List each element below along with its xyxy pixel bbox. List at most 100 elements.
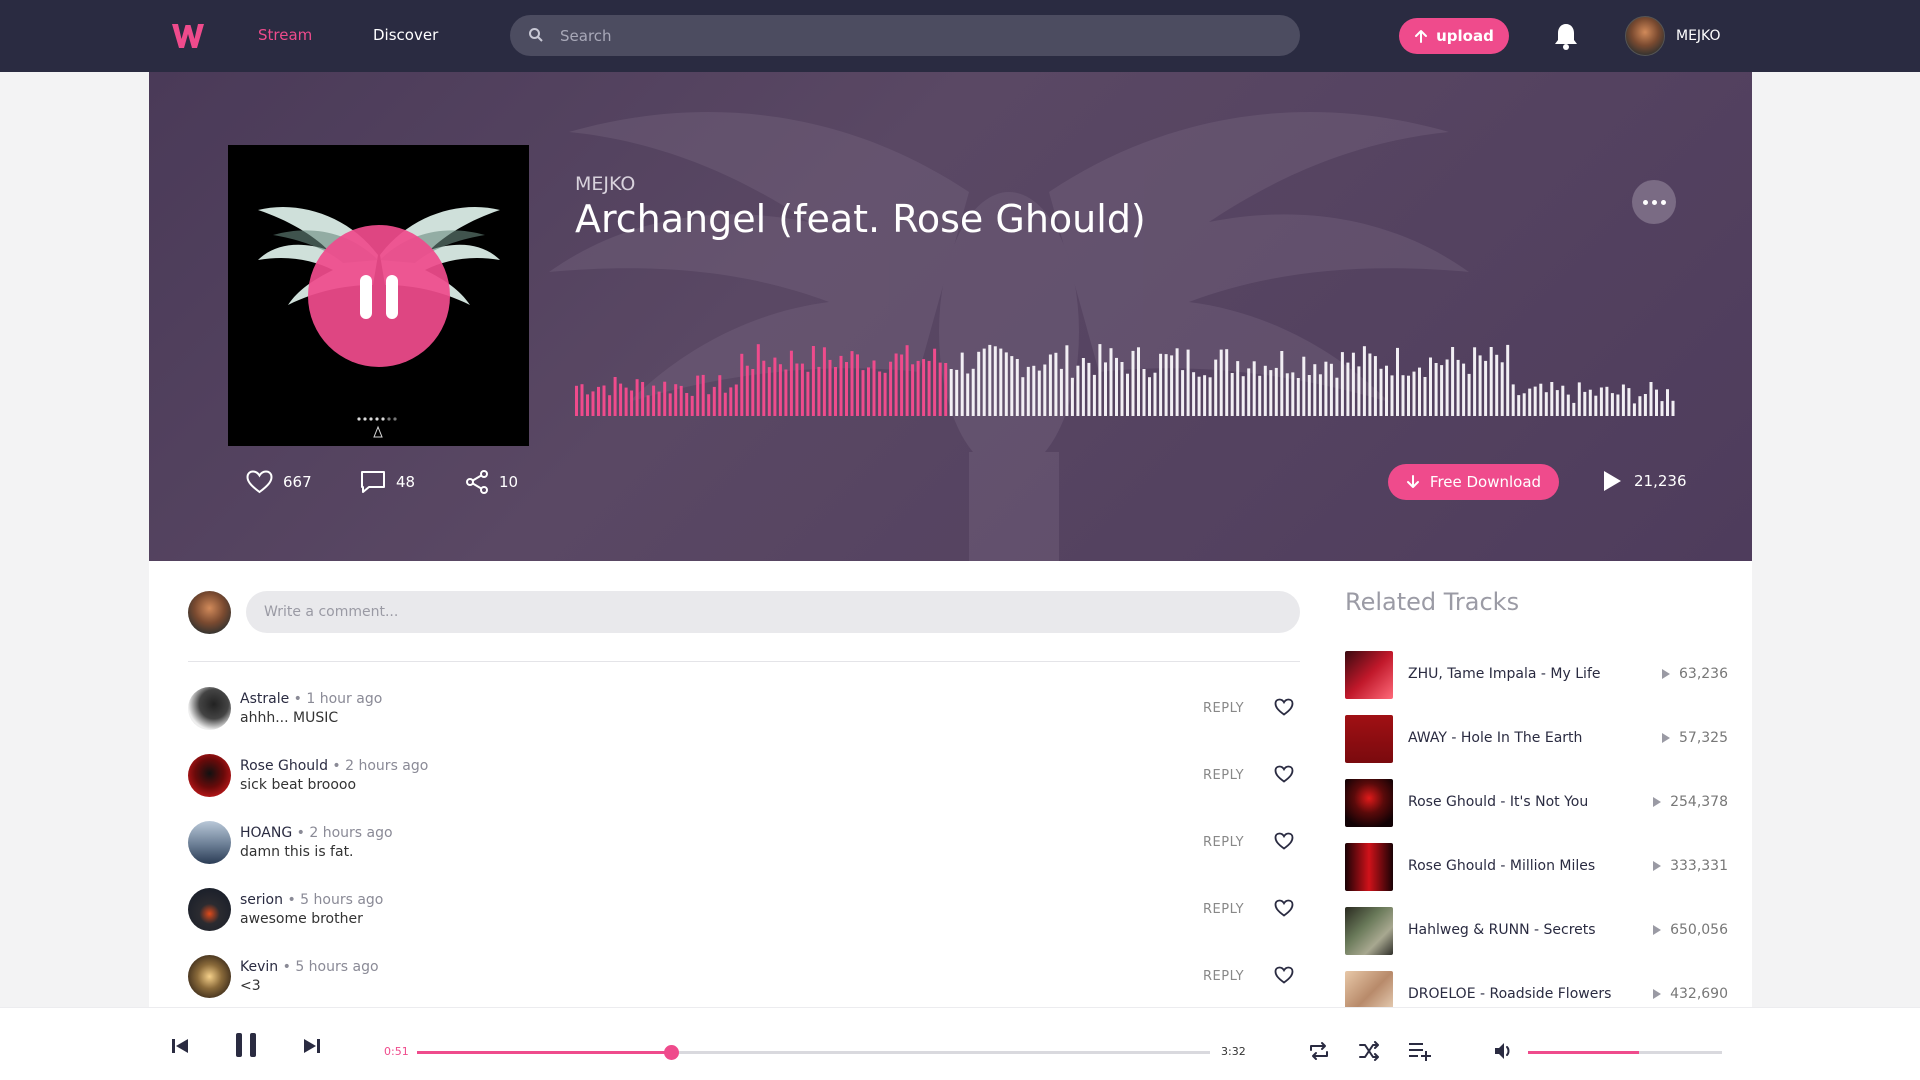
waveform-bar-played xyxy=(696,375,700,416)
comment-text: ahhh... MUSIC xyxy=(240,710,339,726)
user-avatar[interactable] xyxy=(1625,16,1665,56)
previous-icon[interactable] xyxy=(171,1038,189,1054)
heart-icon[interactable] xyxy=(1274,966,1294,984)
commenter-avatar[interactable] xyxy=(188,687,231,730)
related-track-name[interactable]: Rose Ghould - It's Not You xyxy=(1408,794,1588,810)
waveform-bar xyxy=(1280,351,1284,416)
more-options-button[interactable] xyxy=(1632,180,1676,224)
waveform-bar-played xyxy=(867,367,870,416)
next-icon[interactable] xyxy=(303,1038,321,1054)
related-track-item[interactable]: Rose Ghould - It's Not You 254,378 xyxy=(1345,779,1728,827)
waveform-bar xyxy=(1307,375,1311,416)
waveform-bar-played xyxy=(580,384,584,416)
waveform-bar-played xyxy=(773,357,777,416)
waveform-bar xyxy=(1484,360,1488,416)
search-bar[interactable] xyxy=(510,15,1300,56)
search-input[interactable] xyxy=(560,26,1300,45)
related-track-thumbnail[interactable] xyxy=(1345,907,1393,955)
shuffle-icon[interactable] xyxy=(1358,1041,1380,1061)
bell-icon[interactable] xyxy=(1553,22,1579,50)
heart-icon[interactable] xyxy=(1274,899,1294,917)
commenter-avatar[interactable] xyxy=(188,821,231,864)
progress-bar[interactable] xyxy=(417,1045,1210,1060)
waveform-bar xyxy=(1412,371,1416,416)
waveform-bar xyxy=(1561,385,1565,416)
commenter-name[interactable]: Astrale xyxy=(240,691,289,707)
waveform-bar-played xyxy=(679,385,683,416)
pause-icon[interactable] xyxy=(235,1032,257,1058)
waveform-bar xyxy=(1241,376,1245,416)
related-track-thumbnail[interactable] xyxy=(1345,779,1393,827)
related-track-name[interactable]: ZHU, Tame Impala - My Life xyxy=(1408,666,1600,682)
related-track-plays: 432,690 xyxy=(1652,986,1728,1002)
likes-stat[interactable]: 667 xyxy=(246,470,312,494)
commenter-name[interactable]: Rose Ghould xyxy=(240,758,328,774)
commenter-name[interactable]: Kevin xyxy=(240,959,278,975)
related-track-name[interactable]: Hahlweg & RUNN - Secrets xyxy=(1408,922,1596,938)
commenter-avatar[interactable] xyxy=(188,754,231,797)
waveform-bar xyxy=(1660,401,1664,416)
related-track-item[interactable]: AWAY - Hole In The Earth 57,325 xyxy=(1345,715,1728,763)
waveform[interactable] xyxy=(575,338,1677,416)
comment-box[interactable] xyxy=(246,591,1300,633)
commenter-avatar[interactable] xyxy=(188,955,231,998)
related-track-thumbnail[interactable] xyxy=(1345,715,1393,763)
waveform-bar xyxy=(1131,350,1135,416)
upload-button[interactable]: upload xyxy=(1399,18,1509,54)
queue-add-icon[interactable] xyxy=(1407,1041,1433,1061)
waveform-bar xyxy=(1021,377,1025,416)
repeat-icon[interactable] xyxy=(1308,1041,1330,1061)
logo-icon[interactable] xyxy=(170,18,206,54)
play-count-value: 21,236 xyxy=(1634,472,1687,490)
waveform-bar-played xyxy=(789,350,793,416)
waveform-bar xyxy=(971,368,975,416)
reply-button[interactable]: REPLY xyxy=(1203,768,1244,783)
heart-icon[interactable] xyxy=(1274,832,1294,850)
volume-slider[interactable] xyxy=(1528,1051,1722,1054)
comment-input[interactable] xyxy=(264,604,1300,620)
progress-handle[interactable] xyxy=(663,1045,679,1060)
reply-button[interactable]: REPLY xyxy=(1203,701,1244,716)
arrow-down-icon xyxy=(1406,475,1419,488)
reply-button[interactable]: REPLY xyxy=(1203,835,1244,850)
commenter-name[interactable]: HOANG xyxy=(240,825,292,841)
reply-button[interactable]: REPLY xyxy=(1203,902,1244,917)
waveform-bar-played xyxy=(707,394,711,416)
related-track-item[interactable]: Rose Ghould - Million Miles 333,331 xyxy=(1345,843,1728,891)
track-artist[interactable]: MEJKO xyxy=(575,173,635,195)
shares-stat[interactable]: 10 xyxy=(465,470,518,494)
related-track-item[interactable]: ZHU, Tame Impala - My Life 63,236 xyxy=(1345,651,1728,699)
waveform-bar-played xyxy=(905,345,909,416)
heart-icon[interactable] xyxy=(1274,765,1294,783)
nav-stream-link[interactable]: Stream xyxy=(258,26,312,44)
comment-icon xyxy=(361,471,385,493)
related-track-thumbnail[interactable] xyxy=(1345,651,1393,699)
upload-label: upload xyxy=(1436,27,1494,45)
related-track-thumbnail[interactable] xyxy=(1345,843,1393,891)
waveform-bar xyxy=(1594,395,1598,416)
related-track-plays: 333,331 xyxy=(1652,858,1728,874)
album-cover[interactable] xyxy=(228,145,529,446)
related-track-item[interactable]: Hahlweg & RUNN - Secrets 650,056 xyxy=(1345,907,1728,955)
related-track-name[interactable]: DROELOE - Roadside Flowers xyxy=(1408,986,1611,1002)
username-label[interactable]: MEJKO xyxy=(1676,28,1721,44)
pause-button[interactable] xyxy=(308,225,450,367)
nav-discover-link[interactable]: Discover xyxy=(373,26,438,44)
related-track-name[interactable]: AWAY - Hole In The Earth xyxy=(1408,730,1582,746)
comments-stat[interactable]: 48 xyxy=(360,470,415,494)
waveform-bar xyxy=(1478,355,1482,416)
waveform-bar xyxy=(1313,364,1317,416)
waveform-bar xyxy=(1247,368,1251,416)
heart-icon[interactable] xyxy=(1274,698,1294,716)
commenter-name[interactable]: serion xyxy=(240,892,283,908)
related-track-name[interactable]: Rose Ghould - Million Miles xyxy=(1408,858,1595,874)
volume-icon[interactable] xyxy=(1493,1041,1515,1061)
reply-button[interactable]: REPLY xyxy=(1203,969,1244,984)
waveform-bar xyxy=(1269,370,1273,416)
free-download-button[interactable]: Free Download xyxy=(1388,464,1559,500)
waveform-bar xyxy=(1588,389,1592,416)
waveform-bar-played xyxy=(597,386,600,416)
waveform-bar-played xyxy=(624,387,628,416)
commenter-avatar[interactable] xyxy=(188,888,231,931)
waveform-bar xyxy=(1456,359,1460,416)
